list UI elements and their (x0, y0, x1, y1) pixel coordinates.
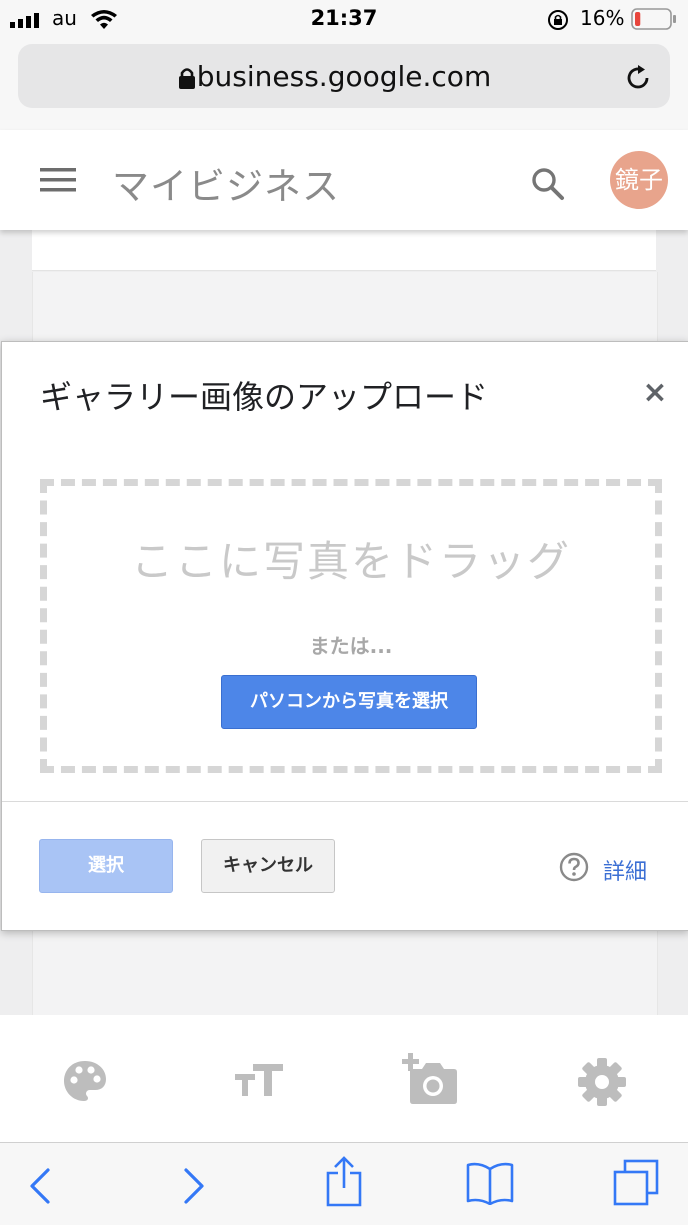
dialog-title: ギャラリー画像のアップロード (40, 378, 489, 416)
battery-percent: 16% (580, 6, 625, 30)
text-size-icon[interactable] (235, 1062, 283, 1098)
photo-drop-zone[interactable]: ここに写真をドラッグ または... パソコンから写真を選択 (40, 479, 662, 773)
browser-address-area: business.google.com (0, 40, 688, 131)
avatar[interactable]: 鏡子 (610, 151, 668, 209)
upload-dialog: ギャラリー画像のアップロード × ここに写真をドラッグ または... パソコンか… (1, 341, 688, 931)
palette-icon[interactable] (62, 1059, 108, 1103)
settings-icon[interactable] (578, 1058, 626, 1106)
add-photo-icon[interactable] (402, 1053, 458, 1105)
hamburger-menu-icon[interactable] (40, 167, 76, 193)
content-card-top (32, 230, 656, 271)
select-button[interactable]: 選択 (39, 839, 173, 893)
app-header: マイビジネス 鏡子 (0, 130, 688, 230)
edit-toolbar (0, 1015, 688, 1142)
reload-icon[interactable] (622, 62, 654, 94)
forward-icon[interactable] (182, 1167, 206, 1205)
battery-icon (631, 8, 676, 30)
share-icon[interactable] (325, 1155, 363, 1207)
bookmarks-icon[interactable] (465, 1161, 515, 1205)
drag-here-text: ここに写真をドラッグ (130, 537, 571, 586)
choose-from-computer-button[interactable]: パソコンから写真を選択 (221, 675, 477, 729)
status-bar: au 21:37 16% (0, 0, 688, 40)
rotation-lock-icon (548, 10, 568, 30)
close-icon[interactable]: × (638, 376, 672, 410)
tabs-icon[interactable] (612, 1159, 660, 1207)
help-icon[interactable] (559, 852, 589, 882)
back-icon[interactable] (28, 1167, 52, 1205)
search-icon[interactable] (530, 166, 566, 202)
cancel-button[interactable]: キャンセル (201, 839, 335, 893)
details-link[interactable]: 詳細 (603, 854, 647, 886)
or-text: または... (309, 634, 393, 658)
app-title: マイビジネス (112, 165, 340, 208)
address-bar[interactable]: business.google.com (18, 44, 670, 108)
browser-bottom-bar (0, 1142, 688, 1225)
url-text[interactable]: business.google.com (18, 60, 670, 93)
dialog-divider (2, 801, 688, 802)
